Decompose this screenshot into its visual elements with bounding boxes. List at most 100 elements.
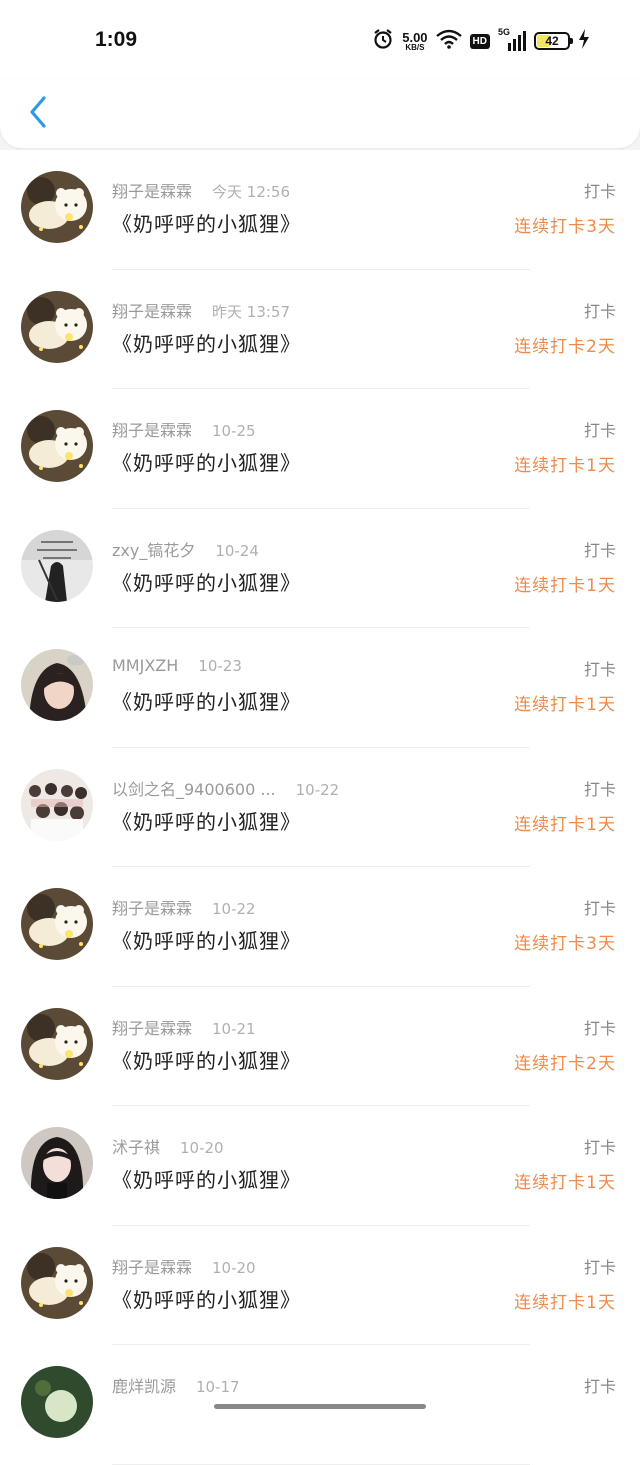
book-title[interactable]: 《奶呼呼的小狐狸》 xyxy=(112,567,301,596)
book-title[interactable]: 《奶呼呼的小狐狸》 xyxy=(112,1164,301,1193)
streak-label: 连续打卡1天 xyxy=(514,695,616,715)
streak-label: 连续打卡1天 xyxy=(514,575,616,596)
streak-label: 连续打卡2天 xyxy=(514,1053,616,1074)
user-line: 沭子祺 10-20 xyxy=(112,1134,224,1158)
checkin-row[interactable]: 翔子是霖霖 10-21 《奶呼呼的小狐狸》 打卡 连续打卡2天 xyxy=(0,986,640,1106)
user-line: 以剑之名_9400600 ... 10-22 xyxy=(112,776,339,800)
book-title[interactable]: 《奶呼呼的小狐狸》 xyxy=(112,208,301,237)
status-bar: 1:09 5.00 KB/S HD 5G 42 xyxy=(0,0,640,80)
checkin-row[interactable]: 沭子祺 10-20 《奶呼呼的小狐狸》 打卡 连续打卡1天 xyxy=(0,1106,640,1226)
checkin-date: 10-21 xyxy=(212,1019,256,1038)
avatar[interactable] xyxy=(21,1366,93,1438)
user-name[interactable]: 翔子是霖霖 xyxy=(112,1254,192,1278)
checkin-row[interactable]: 翔子是霖霖 10-22 《奶呼呼的小狐狸》 打卡 连续打卡3天 xyxy=(0,867,640,987)
checkin-row[interactable]: 翔子是霖霖 10-20 《奶呼呼的小狐狸》 打卡 连续打卡1天 xyxy=(0,1225,640,1345)
checkin-label: 打卡 xyxy=(583,899,616,918)
avatar[interactable] xyxy=(21,1246,93,1319)
user-name[interactable]: 翔子是霖霖 xyxy=(112,895,192,919)
hd-badge: HD xyxy=(469,33,490,49)
checkin-date: 10-20 xyxy=(212,1258,256,1277)
book-title[interactable]: 《奶呼呼的小狐狸》 xyxy=(112,447,301,476)
checkin-row[interactable]: 翔子是霖霖 昨天 13:57 《奶呼呼的小狐狸》 打卡 连续打卡2天 xyxy=(0,269,640,389)
checkin-date: 昨天 13:57 xyxy=(212,302,291,321)
home-indicator[interactable] xyxy=(214,1404,426,1409)
checkin-row[interactable]: 翔子是霖霖 今天 12:56 《奶呼呼的小狐狸》 打卡 连续打卡3天 xyxy=(0,150,640,270)
avatar[interactable] xyxy=(21,768,93,841)
network-speed-unit: KB/S xyxy=(405,42,425,52)
streak-label: 连续打卡3天 xyxy=(514,217,616,237)
checkin-date: 10-17 xyxy=(196,1378,240,1396)
checkin-date: 10-24 xyxy=(215,541,259,560)
streak-label: 连续打卡3天 xyxy=(514,934,616,954)
back-button[interactable] xyxy=(18,90,58,134)
avatar[interactable] xyxy=(21,410,93,482)
avatar[interactable] xyxy=(21,290,93,363)
streak-label: 连续打卡1天 xyxy=(514,456,616,476)
network-speed-value: 5.00 xyxy=(402,29,428,45)
alarm-icon xyxy=(372,28,394,55)
checkin-row[interactable]: zxy_镐花夕 10-24 《奶呼呼的小狐狸》 打卡 连续打卡1天 xyxy=(0,508,640,628)
user-line: zxy_镐花夕 10-24 xyxy=(112,537,259,561)
user-line: 翔子是霖霖 10-20 xyxy=(112,1254,256,1278)
user-line: 鹿烊凯源 10-17 xyxy=(112,1373,240,1397)
streak-label: 连续打卡1天 xyxy=(514,1292,616,1313)
avatar[interactable] xyxy=(21,649,93,721)
streak-label: 连续打卡2天 xyxy=(514,336,616,357)
checkin-label: 打卡 xyxy=(583,182,616,201)
checkin-label: 打卡 xyxy=(583,1018,616,1038)
checkin-row[interactable]: 翔子是霖霖 10-25 《奶呼呼的小狐狸》 打卡 连续打卡1天 xyxy=(0,389,640,509)
user-line: 翔子是霖霖 10-22 xyxy=(112,895,256,919)
checkin-date: 10-22 xyxy=(212,900,256,918)
status-icons: 5.00 KB/S HD 5G 42 xyxy=(372,27,590,55)
user-name[interactable]: 翔子是霖霖 xyxy=(112,1015,192,1039)
user-name[interactable]: 沭子祺 xyxy=(112,1134,160,1158)
avatar[interactable] xyxy=(21,1127,93,1199)
book-title[interactable]: 《奶呼呼的小狐狸》 xyxy=(112,925,301,954)
streak-label: 连续打卡1天 xyxy=(514,1173,616,1193)
checkin-label: 打卡 xyxy=(583,779,616,799)
book-title[interactable]: 《奶呼呼的小狐狸》 xyxy=(112,806,301,835)
checkin-row[interactable]: 以剑之名_9400600 ... 10-22 《奶呼呼的小狐狸》 打卡 连续打卡… xyxy=(0,747,640,867)
chevron-left-icon xyxy=(30,96,46,128)
nav-bar xyxy=(0,80,640,148)
network-speed: 5.00 KB/S xyxy=(402,31,427,52)
user-name[interactable]: 鹿烊凯源 xyxy=(112,1373,176,1397)
battery-level: 42 xyxy=(545,34,559,48)
book-title[interactable]: 《奶呼呼的小狐狸》 xyxy=(112,1045,301,1074)
checkin-date: 10-22 xyxy=(295,780,340,799)
avatar[interactable] xyxy=(21,1007,93,1080)
checkin-label: 打卡 xyxy=(583,1257,616,1277)
book-title[interactable]: 《奶呼呼的小狐狸》 xyxy=(112,1284,301,1313)
checkin-label: 打卡 xyxy=(583,660,616,679)
book-title[interactable]: 《奶呼呼的小狐狸》 xyxy=(112,328,301,357)
user-name[interactable]: 翔子是霖霖 xyxy=(112,417,192,441)
user-line: MMJXZH 10-23 xyxy=(112,656,242,675)
charging-icon xyxy=(578,28,590,54)
book-title[interactable]: 《奶呼呼的小狐狸》 xyxy=(112,686,301,715)
checkin-label: 打卡 xyxy=(583,1377,616,1396)
avatar[interactable] xyxy=(21,529,93,602)
checkin-row[interactable]: MMJXZH 10-23 《奶呼呼的小狐狸》 打卡 连续打卡1天 xyxy=(0,628,640,748)
user-name[interactable]: 以剑之名_9400600 ... xyxy=(112,776,276,800)
checkin-list: 翔子是霖霖 今天 12:56 《奶呼呼的小狐狸》 打卡 连续打卡3天 翔子是霖霖… xyxy=(0,150,640,1465)
user-name[interactable]: zxy_镐花夕 xyxy=(112,537,195,561)
avatar[interactable] xyxy=(21,171,93,243)
checkin-date: 10-20 xyxy=(180,1139,224,1157)
battery-indicator: 42 xyxy=(534,32,573,50)
user-name[interactable]: MMJXZH xyxy=(112,656,178,675)
status-time: 1:09 xyxy=(95,28,138,51)
user-line: 翔子是霖霖 今天 12:56 xyxy=(112,178,290,202)
wifi-icon xyxy=(435,29,462,54)
checkin-date: 10-23 xyxy=(198,657,242,675)
checkin-date: 今天 12:56 xyxy=(212,183,291,201)
network-type: 5G xyxy=(498,27,511,37)
user-line: 翔子是霖霖 10-21 xyxy=(112,1015,256,1039)
user-line: 翔子是霖霖 10-25 xyxy=(112,417,256,441)
checkin-label: 打卡 xyxy=(583,1138,616,1157)
checkin-label: 打卡 xyxy=(583,301,616,321)
user-name[interactable]: 翔子是霖霖 xyxy=(112,178,192,202)
user-name[interactable]: 翔子是霖霖 xyxy=(112,298,192,322)
streak-label: 连续打卡1天 xyxy=(514,814,616,835)
avatar[interactable] xyxy=(21,888,93,960)
checkin-label: 打卡 xyxy=(583,540,616,560)
